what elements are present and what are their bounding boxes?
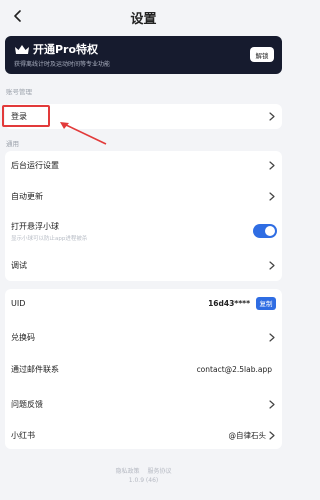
debug-row[interactable]: 调试 — [5, 251, 282, 279]
copy-uid-button[interactable]: 复制 — [256, 296, 276, 310]
redeem-row[interactable]: 兑换码 — [5, 323, 282, 351]
uid-value: 16d43**** — [208, 298, 250, 308]
page-title: 设置 — [130, 11, 157, 27]
annotation-arrow-icon — [60, 122, 107, 145]
toggle-knob — [265, 226, 275, 236]
xiaohongshu-row[interactable]: 小红书 @自律石头 — [5, 421, 282, 449]
background-run-row[interactable]: 后台运行设置 — [5, 151, 282, 179]
chevron-right-icon — [268, 260, 276, 270]
email-label: 通过邮件联系 — [11, 364, 59, 374]
section-label-account: 账号管理 — [6, 88, 32, 96]
background-run-label: 后台运行设置 — [11, 160, 59, 170]
chevron-right-icon — [268, 112, 276, 122]
footer-links: 隐私政策 服务协议 — [0, 466, 287, 475]
xiaohongshu-label: 小红书 — [11, 430, 35, 440]
floating-ball-row: 打开悬浮小球 显示小球可以防止app进程被杀 — [5, 213, 282, 249]
app-version: 1.0.9 (46) — [128, 477, 159, 484]
header: 设置 — [0, 0, 287, 34]
info-card: UID 16d43**** 复制 兑换码 通过邮件联系 contact@2.5l… — [5, 289, 282, 449]
chevron-right-icon — [268, 399, 276, 409]
privacy-policy-link[interactable]: 隐私政策 — [116, 468, 140, 475]
uid-label: UID — [11, 298, 26, 308]
xiaohongshu-value: @自律石头 — [228, 430, 267, 440]
email-value: contact@2.5lab.app — [196, 364, 272, 374]
uid-row: UID 16d43**** 复制 — [5, 289, 282, 317]
settings-page: 设置 开通Pro特权 获得离线计时及运动时间等专业功能 解锁 账号管理 登录 通… — [0, 0, 287, 500]
redeem-label: 兑换码 — [11, 332, 35, 342]
pro-banner-subtitle: 获得离线计时及运动时间等专业功能 — [14, 61, 111, 68]
chevron-left-icon — [14, 10, 21, 22]
debug-label: 调试 — [11, 260, 27, 270]
chevron-right-icon — [268, 430, 276, 440]
floating-ball-toggle[interactable] — [253, 224, 277, 238]
chevron-right-icon — [268, 160, 276, 170]
crown-icon — [15, 45, 29, 54]
feedback-row[interactable]: 问题反馈 — [5, 390, 282, 418]
floating-ball-subtext: 显示小球可以防止app进程被杀 — [11, 236, 88, 242]
login-highlight-box — [2, 105, 50, 127]
email-row[interactable]: 通过邮件联系 contact@2.5lab.app — [5, 355, 282, 383]
pro-banner-title: 开通Pro特权 — [33, 43, 99, 56]
unlock-button[interactable]: 解锁 — [250, 47, 274, 62]
auto-update-label: 自动更新 — [11, 191, 43, 201]
terms-of-service-link[interactable]: 服务协议 — [147, 468, 171, 475]
chevron-right-icon — [268, 191, 276, 201]
floating-ball-label: 打开悬浮小球 — [11, 222, 59, 231]
pro-banner[interactable]: 开通Pro特权 获得离线计时及运动时间等专业功能 解锁 — [5, 36, 282, 74]
general-card: 后台运行设置 自动更新 打开悬浮小球 显示小球可以防止app进程被杀 调试 — [5, 151, 282, 281]
feedback-label: 问题反馈 — [11, 399, 43, 409]
section-label-general: 通用 — [6, 140, 19, 148]
auto-update-row[interactable]: 自动更新 — [5, 181, 282, 211]
back-button[interactable] — [8, 6, 28, 26]
chevron-right-icon — [268, 332, 276, 342]
